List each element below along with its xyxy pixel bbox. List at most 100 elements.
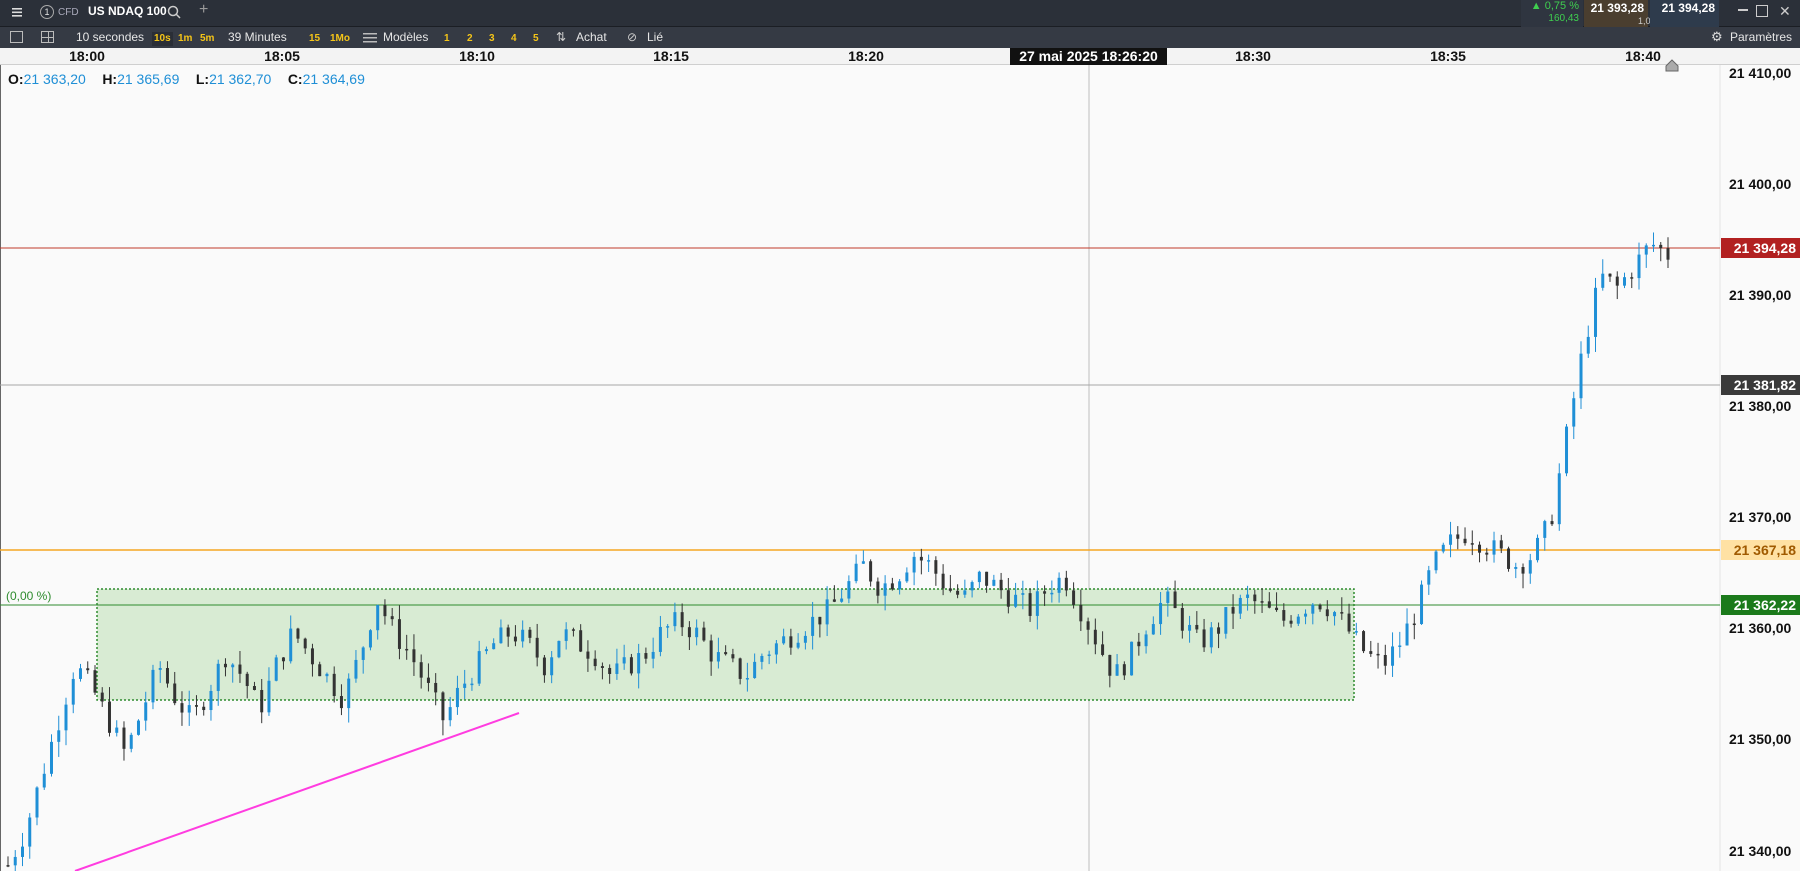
candle-body [1028,593,1032,616]
instrument-name[interactable]: US NDAQ 100 [88,4,167,18]
candle-body [1470,543,1474,545]
candle-body [695,627,699,638]
list-icon[interactable] [10,31,23,43]
link-4[interactable]: 4 [511,32,517,46]
orange-level-badge[interactable]: 21 367,18 [1721,540,1800,560]
change-box: ▲ 0,75 % 160,43 [1521,0,1583,27]
candle-body [985,571,989,586]
candle-body [1115,664,1119,676]
high-label: H: [102,71,118,87]
quick-15[interactable]: 15 [309,32,320,46]
link-5[interactable]: 5 [533,32,539,46]
candle-body [847,581,851,599]
quick-1m[interactable]: 1m [178,32,192,46]
menu-icon[interactable] [10,5,24,19]
candle-body [86,668,90,671]
candle-body [1122,664,1126,676]
candle-body [1630,277,1634,279]
candle-body [1296,616,1300,624]
buy-icon[interactable]: ⇅ [556,30,566,44]
candle-body [687,627,691,638]
quick-10s[interactable]: 10s [152,32,173,46]
candle-body [318,664,322,677]
templates-button[interactable]: Modèles [383,30,428,44]
candle-body [1420,584,1424,625]
candle-body [1333,612,1337,617]
candle-body [158,668,162,670]
candle-body [629,657,633,674]
candle-body [267,680,271,713]
green-level-badge[interactable]: 21 362,22 [1721,595,1800,615]
candle-body [405,648,409,651]
price-axis-label: 21 370,00 [1729,509,1792,525]
price-chart[interactable] [0,65,1800,871]
quick-5m[interactable]: 5m [200,32,214,46]
candle-body [709,640,713,662]
candle-body [151,669,155,703]
candle-body [825,599,829,625]
candle-body [861,561,865,564]
candle-body [1093,629,1097,645]
candle-body [115,727,119,733]
ask-box[interactable]: 21 394,28 [1650,0,1719,27]
candle-body [1427,570,1431,585]
candle-body [1304,613,1308,617]
candle-body [934,560,938,574]
candle-body [1014,594,1018,607]
add-tab-button[interactable]: + [199,2,208,18]
candle-body [434,682,438,693]
candle-body [1224,607,1228,634]
open-value: 21 363,20 [23,71,86,87]
candle-body [876,581,880,596]
title-bar: 1 CFD US NDAQ 100 + ▲ 0,75 % 160,43 21 3… [0,0,1800,27]
settings-button[interactable]: Paramètres [1730,30,1792,44]
candle-body [13,856,17,866]
candle-body [484,649,488,652]
minimize-icon[interactable] [1738,9,1748,11]
search-icon[interactable] [166,4,182,20]
candle-body [216,663,220,691]
candle-body [550,657,554,676]
price-axis-label: 21 360,00 [1729,620,1792,636]
restore-icon[interactable] [1756,5,1768,17]
quick-1mo[interactable]: 1Mo [330,32,350,46]
candle-body [64,704,68,731]
candle-body [1550,521,1554,525]
candle-body [1021,593,1025,595]
close-icon[interactable]: ✕ [1779,3,1791,20]
candle-body [1369,651,1373,654]
layout-icon[interactable] [41,31,54,43]
linked-button[interactable]: Lié [647,30,663,44]
buy-button[interactable]: Achat [576,30,607,44]
home-icon[interactable] [1665,58,1679,72]
candle-body [753,661,757,679]
chart-area[interactable]: O:21 363,20 H:21 365,69 L:21 362,70 C:21… [0,59,1800,871]
candle-body [1572,398,1576,427]
candle-body [832,599,836,602]
link-2[interactable]: 2 [467,32,473,46]
candle-body [1260,601,1264,603]
candle-body [448,707,452,721]
time-tick: 18:00 [69,48,105,64]
candle-body [992,579,996,586]
range-select[interactable]: 39 Minutes [228,30,287,44]
info-badge[interactable]: 1 [40,5,54,19]
candle-body [1492,540,1496,555]
close-value: 21 364,69 [302,71,365,87]
candle-body [622,657,626,664]
gear-icon[interactable]: ⚙ [1711,29,1723,45]
candle-body [1072,590,1076,605]
candle-body [1057,577,1061,593]
candle-body [999,579,1003,591]
candle-body [1079,604,1083,622]
templates-icon[interactable] [363,31,377,43]
link-3[interactable]: 3 [489,32,495,46]
candle-body [1463,538,1467,544]
candle-body [122,727,126,749]
time-tick: 18:20 [848,48,884,64]
candle-body [1195,624,1199,630]
interval-select[interactable]: 10 secondes [76,30,144,44]
link-icon[interactable]: ⊘ [627,30,637,44]
link-1[interactable]: 1 [444,32,450,46]
candle-body [165,668,169,684]
